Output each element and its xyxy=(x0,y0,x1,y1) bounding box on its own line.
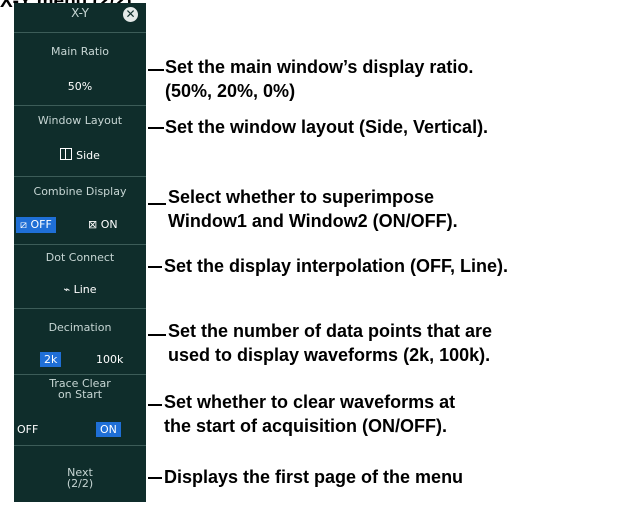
menu-header: X-Y ✕ xyxy=(14,3,146,26)
annotation-window-layout: Set the window layout (Side, Vertical). xyxy=(165,117,489,137)
leader-line xyxy=(148,477,162,479)
window-layout-button[interactable]: Window Layout Side xyxy=(14,105,146,177)
next-page-button[interactable]: Next (2/2) xyxy=(14,445,146,500)
annotation-decimation-1: Set the number of data points that are xyxy=(168,321,493,341)
next-label-2: (2/2) xyxy=(66,477,94,490)
dot-connect-button[interactable]: Dot Connect ⌁ Line xyxy=(14,244,146,309)
combine-display-on-option[interactable]: ⊠ ON xyxy=(88,218,118,231)
trace-clear-label-2: on Start xyxy=(57,388,103,401)
annotation-main-ratio-1: Set the main window’s display ratio. xyxy=(165,57,474,77)
xy-menu-panel: X-Y ✕ Main Ratio 50% Window Layout Side … xyxy=(14,3,146,502)
leader-line xyxy=(148,127,164,129)
combine-display-button[interactable]: Combine Display ⧄ OFF ⊠ ON xyxy=(14,176,146,245)
leader-line xyxy=(148,266,162,268)
leader-line xyxy=(148,404,162,406)
decimation-label: Decimation xyxy=(48,321,112,334)
leader-line xyxy=(148,203,166,205)
close-icon[interactable]: ✕ xyxy=(123,7,138,22)
leader-line xyxy=(148,334,166,336)
side-layout-icon xyxy=(60,148,73,160)
main-ratio-button[interactable]: Main Ratio 50% xyxy=(14,32,146,106)
trace-clear-on-option[interactable]: ON xyxy=(96,422,121,437)
trace-clear-button[interactable]: Trace Clear on Start OFF ON xyxy=(14,374,146,446)
decimation-2k-option[interactable]: 2k xyxy=(40,352,62,367)
decimation-button[interactable]: Decimation 2k 100k xyxy=(14,308,146,375)
combine-display-label: Combine Display xyxy=(33,185,127,198)
combine-display-off-option[interactable]: ⧄ OFF xyxy=(16,217,56,233)
main-ratio-value: 50% xyxy=(67,80,93,93)
window-layout-value: Side xyxy=(76,149,100,162)
window-layout-label: Window Layout xyxy=(37,114,123,127)
dot-connect-label: Dot Connect xyxy=(45,251,115,264)
annotation-trace-clear-2: the start of acquisition (ON/OFF). xyxy=(164,416,447,436)
leader-line xyxy=(148,69,164,71)
decimation-100k-option[interactable]: 100k xyxy=(96,353,123,366)
annotation-combine-2: Window1 and Window2 (ON/OFF). xyxy=(168,211,458,231)
dot-connect-value: Line xyxy=(73,283,97,296)
trace-clear-off-option[interactable]: OFF xyxy=(17,423,38,436)
line-interpolation-icon: ⌁ xyxy=(63,283,74,296)
annotation-combine-1: Select whether to superimpose xyxy=(168,187,435,207)
annotation-trace-clear-1: Set whether to clear waveforms at xyxy=(164,392,456,412)
main-ratio-label: Main Ratio xyxy=(51,45,109,58)
annotation-dot-connect: Set the display interpolation (OFF, Line… xyxy=(164,256,509,276)
annotation-next: Displays the first page of the menu xyxy=(164,467,464,487)
annotation-decimation-2: used to display waveforms (2k, 100k). xyxy=(168,345,491,365)
annotation-main-ratio-2: (50%, 20%, 0%) xyxy=(165,81,296,101)
